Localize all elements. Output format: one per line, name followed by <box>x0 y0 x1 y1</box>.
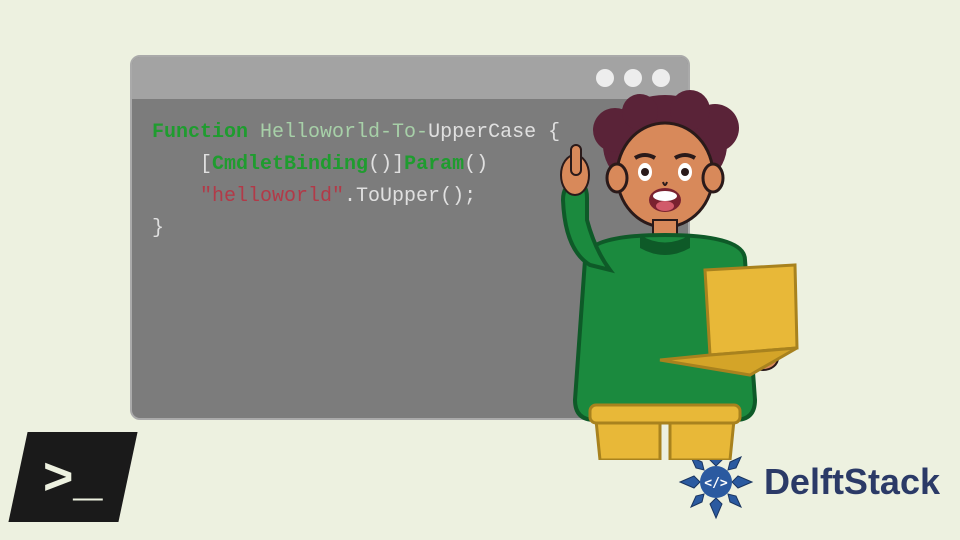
person-with-laptop-illustration <box>515 90 815 460</box>
code-bracket: ()] <box>368 153 404 176</box>
powershell-glyph: >_ <box>43 447 102 507</box>
code-brace: } <box>152 217 164 240</box>
window-control-dot-icon <box>652 69 670 87</box>
code-string: "helloworld" <box>200 185 344 208</box>
code-keyword: Function <box>152 121 248 144</box>
code-attribute: CmdletBinding <box>212 153 368 176</box>
delftstack-label: DelftStack <box>764 461 940 503</box>
svg-text:</>: </> <box>704 476 728 491</box>
window-control-dot-icon <box>624 69 642 87</box>
window-control-dot-icon <box>596 69 614 87</box>
code-bracket: [ <box>200 153 212 176</box>
powershell-icon: >_ <box>8 432 137 522</box>
code-function-name: Helloworld-To- <box>260 121 428 144</box>
code-method: .ToUpper(); <box>344 185 476 208</box>
code-param-keyword: Param <box>404 153 464 176</box>
code-paren: () <box>464 153 488 176</box>
